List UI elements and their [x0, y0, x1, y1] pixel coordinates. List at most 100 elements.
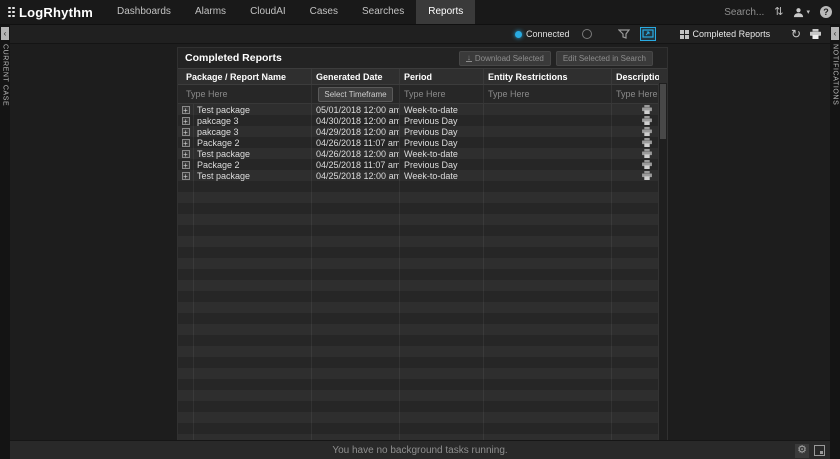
expand-row-icon[interactable]: + — [182, 172, 190, 180]
report-row[interactable]: +pakcage 304/29/2018 12:00 amPrevious Da… — [178, 126, 667, 137]
print-report-icon[interactable] — [642, 149, 652, 158]
entity-restrictions-cell — [484, 115, 612, 126]
entity-restrictions-cell — [484, 104, 612, 115]
description-cell — [612, 159, 659, 170]
edit-selected-in-search-button[interactable]: Edit Selected in Search — [556, 51, 653, 66]
column-header-package-report-name[interactable]: Package / Report Name — [178, 69, 312, 84]
report-row[interactable]: +Test package04/26/2018 12:00 amWeek-to-… — [178, 148, 667, 159]
connected-label: Connected — [526, 29, 570, 39]
table-header-row: Package / Report Name Generated Date Per… — [178, 68, 667, 85]
logo-dots-icon — [8, 7, 15, 18]
main-nav-tabs: Dashboards Alarms CloudAI Cases Searches… — [105, 0, 475, 24]
scrollbar-thumb[interactable] — [660, 84, 666, 139]
generated-date-cell: 04/26/2018 11:07 am — [312, 137, 400, 148]
print-view-icon[interactable] — [810, 29, 821, 39]
tab-cases[interactable]: Cases — [298, 0, 350, 24]
top-nav-bar: LogRhythm Dashboards Alarms CloudAI Case… — [0, 0, 840, 25]
empty-row — [178, 412, 667, 423]
filter-name-input[interactable]: Type Here — [186, 89, 228, 99]
help-icon[interactable]: ? — [820, 6, 832, 18]
expand-notifications-icon[interactable]: ‹ — [831, 27, 839, 40]
report-row[interactable]: +Test package05/01/2018 12:00 amWeek-to-… — [178, 104, 667, 115]
empty-row — [178, 346, 667, 357]
user-menu-icon[interactable]: ▾ — [793, 7, 810, 18]
empty-row — [178, 368, 667, 379]
export-view-icon[interactable] — [640, 27, 656, 41]
empty-row — [178, 390, 667, 401]
connected-dot-icon — [515, 31, 522, 38]
download-icon: ↓ — [466, 54, 472, 62]
expand-row-icon[interactable]: + — [182, 150, 190, 158]
empty-row — [178, 335, 667, 346]
sort-arrows-icon[interactable]: ⇅ — [774, 7, 783, 18]
empty-row — [178, 357, 667, 368]
tab-dashboards[interactable]: Dashboards — [105, 0, 183, 24]
empty-row — [178, 258, 667, 269]
expand-row-icon[interactable]: + — [182, 117, 190, 125]
tab-cloudai[interactable]: CloudAI — [238, 0, 298, 24]
expander-cell: + — [178, 148, 194, 159]
expand-row-icon[interactable]: + — [182, 106, 190, 114]
report-row[interactable]: +Package 204/26/2018 11:07 amPrevious Da… — [178, 137, 667, 148]
filter-period-input[interactable]: Type Here — [404, 89, 446, 99]
empty-row — [178, 401, 667, 412]
completed-reports-panel: Completed Reports ↓ Download Selected Ed… — [178, 48, 667, 440]
column-header-period[interactable]: Period — [400, 69, 484, 84]
report-row[interactable]: +pakcage 304/30/2018 12:00 amPrevious Da… — [178, 115, 667, 126]
download-selected-button[interactable]: ↓ Download Selected — [459, 51, 551, 66]
expander-cell: + — [178, 115, 194, 126]
print-report-icon[interactable] — [642, 138, 652, 147]
entity-restrictions-cell — [484, 159, 612, 170]
period-cell: Previous Day — [400, 159, 484, 170]
print-report-icon[interactable] — [642, 105, 652, 114]
print-report-icon[interactable] — [642, 160, 652, 169]
select-timeframe-button[interactable]: Select Timeframe — [318, 87, 392, 102]
report-name-cell: Test package — [194, 148, 312, 159]
panel-header: Completed Reports ↓ Download Selected Ed… — [178, 48, 667, 68]
tab-alarms[interactable]: Alarms — [183, 0, 238, 24]
column-header-description[interactable]: Description — [612, 69, 659, 84]
notifications-rail[interactable]: ‹ NOTIFICATIONS — [830, 25, 840, 459]
report-row[interactable]: +Package 204/25/2018 11:07 amPrevious Da… — [178, 159, 667, 170]
filter-description-input[interactable]: Type Here — [616, 89, 658, 99]
expander-cell: + — [178, 104, 194, 115]
report-row[interactable]: +Test package04/25/2018 12:00 amWeek-to-… — [178, 170, 667, 181]
expander-cell: + — [178, 159, 194, 170]
period-cell: Week-to-date — [400, 104, 484, 115]
logrhythm-logo[interactable]: LogRhythm — [0, 5, 99, 20]
expand-row-icon[interactable]: + — [182, 139, 190, 147]
entity-restrictions-cell — [484, 137, 612, 148]
edit-selected-label: Edit Selected in Search — [563, 54, 646, 63]
print-report-icon[interactable] — [642, 116, 652, 125]
entity-restrictions-cell — [484, 148, 612, 159]
column-header-generated-date[interactable]: Generated Date — [312, 69, 400, 84]
status-ring-icon[interactable] — [582, 29, 592, 39]
tab-reports[interactable]: Reports — [416, 0, 475, 24]
current-case-rail[interactable]: ‹ CURRENT CASE — [0, 25, 10, 459]
expand-current-case-icon[interactable]: ‹ — [1, 27, 9, 40]
main-content: Completed Reports ↓ Download Selected Ed… — [10, 44, 830, 440]
period-cell: Previous Day — [400, 137, 484, 148]
expand-row-icon[interactable]: + — [182, 128, 190, 136]
table-scrollbar[interactable] — [658, 83, 667, 440]
search-input[interactable]: Search... — [724, 7, 764, 18]
tab-searches[interactable]: Searches — [350, 0, 416, 24]
expand-row-icon[interactable]: + — [182, 161, 190, 169]
column-header-entity-restrictions[interactable]: Entity Restrictions — [484, 69, 612, 84]
print-report-icon[interactable] — [642, 127, 652, 136]
refresh-icon[interactable]: ↻ — [791, 28, 801, 40]
empty-row — [178, 247, 667, 258]
description-cell — [612, 148, 659, 159]
dock-window-icon[interactable] — [814, 445, 825, 456]
completed-reports-view[interactable]: Completed Reports — [680, 29, 771, 39]
current-case-label: CURRENT CASE — [2, 44, 9, 106]
report-rows: +Test package05/01/2018 12:00 amWeek-to-… — [178, 104, 667, 440]
chevron-down-icon: ▾ — [806, 8, 810, 16]
settings-gear-button[interactable]: ⚙ — [795, 444, 809, 458]
filter-entity-input[interactable]: Type Here — [488, 89, 530, 99]
description-cell — [612, 137, 659, 148]
report-name-cell: pakcage 3 — [194, 115, 312, 126]
print-report-icon[interactable] — [642, 171, 652, 180]
description-cell — [612, 104, 659, 115]
filter-columns-icon[interactable] — [618, 29, 630, 39]
